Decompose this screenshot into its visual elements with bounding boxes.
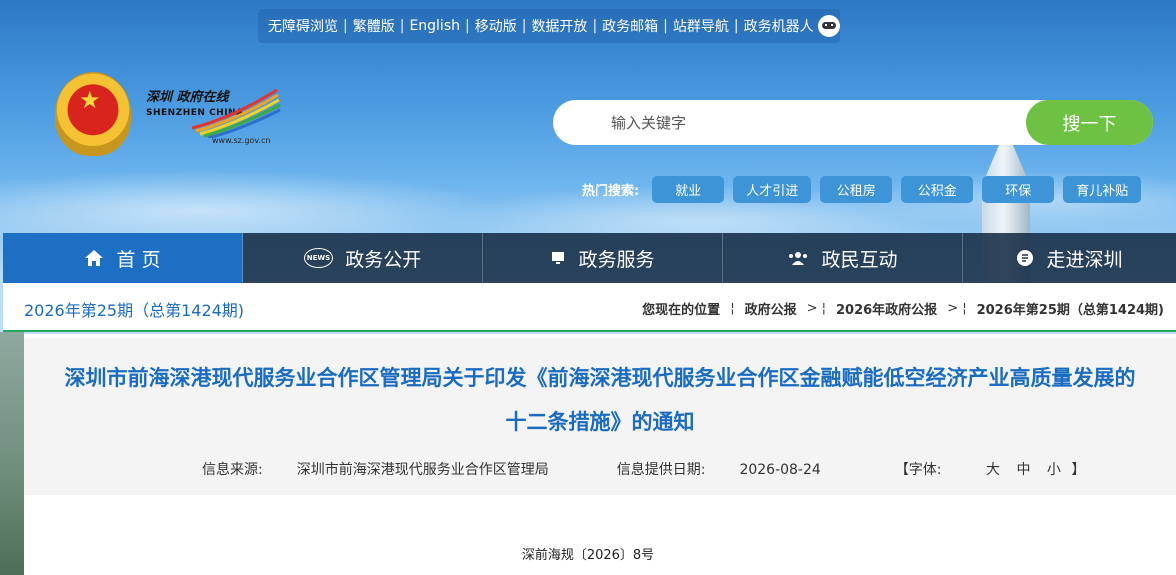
separator: > ¦ [806,301,826,316]
nav-home-label: 首 页 [116,248,161,271]
nav-gov-affairs-label: 政务公开 [345,248,422,271]
separator: ¦ [730,301,735,316]
nav-about-shenzhen-label: 走进深圳 [1046,248,1123,271]
hot-tag-talent[interactable]: 人才引进 [733,176,812,203]
font-small-button[interactable]: 小 [1047,462,1061,478]
hot-tag-public-housing[interactable]: 公租房 [820,176,893,203]
breadcrumb-bar: 2026年第25期（总第1424期) 您现在的位置 ¦ 政府公报 > ¦ 202… [3,283,1176,332]
article-header: 深圳市前海深港现代服务业合作区管理局关于印发《前海深港现代服务业合作区金融赋能低… [24,338,1176,495]
search-box: 搜一下 [553,100,1153,145]
search-input[interactable] [611,111,1011,135]
article-meta: 信息来源: 深圳市前海深港现代服务业合作区管理局 信息提供日期: 2026-08-2… [202,459,1153,479]
people-icon [787,250,809,266]
rainbow-swoosh-icon [191,88,281,138]
nav-interaction[interactable]: 政民互动 [723,233,963,283]
font-size-control: 【字体: 大 中 小 】 [894,462,1086,478]
logo-url: www.sz.gov.cn [212,136,271,145]
breadcrumb: 您现在的位置 ¦ 政府公报 > ¦ 2026年政府公报 > ¦ 2026年第25… [642,299,1164,318]
document-number: 深前海规〔2026〕8号 [521,548,655,563]
breadcrumb-location-label: 您现在的位置 [642,303,721,318]
top-utility-bar: 无障碍浏览 | 繁體版 | English | 移动版 | 数据开放 | 政务邮… [258,9,840,43]
breadcrumb-item-issue[interactable]: 2026年第25期（总第1424期) [977,299,1164,318]
nav-gov-affairs[interactable]: NEWS 政务公开 [243,233,483,283]
shield-icon [1016,249,1034,267]
nav-gov-services[interactable]: 政务服务 [483,233,723,283]
issue-title: 2026年第25期（总第1424期) [24,301,245,320]
robot-icon[interactable] [817,15,840,37]
date-info: 信息提供日期: 2026-08-24 [616,462,821,478]
separator: | [343,18,348,34]
nav-gov-services-label: 政务服务 [578,248,655,271]
gov-mail-link[interactable]: 政务邮箱 [602,16,658,36]
separator: | [733,18,739,34]
hot-search: 热门搜索: 就业 人才引进 公租房 公积金 环保 育儿补贴 [582,176,1150,203]
shenzhen-logo[interactable]: 深圳 政府在线 SHENZHEN CHINA www.sz.gov.cn [142,84,282,152]
open-data-link[interactable]: 数据开放 [531,16,587,36]
search-button[interactable]: 搜一下 [1026,100,1153,145]
national-emblem [55,72,131,156]
breadcrumb-item-gazette[interactable]: 政府公报 [745,299,797,318]
separator: > ¦ [947,301,967,316]
hot-tag-jobs[interactable]: 就业 [652,176,725,203]
nav-interaction-label: 政民互动 [821,248,898,271]
hot-tag-environment[interactable]: 环保 [982,176,1055,203]
breadcrumb-item-year[interactable]: 2026年政府公报 [836,299,937,318]
nav-home[interactable]: 首 页 [3,233,243,283]
hot-tag-housing-fund[interactable]: 公积金 [901,176,974,203]
monitor-icon [550,250,566,266]
gov-robot-link[interactable]: 政务机器人 [744,16,814,36]
article-title-line2: 十二条措施》的通知 [505,410,695,434]
hot-tag-childcare[interactable]: 育儿补贴 [1063,176,1142,203]
hot-search-label: 热门搜索: [582,184,640,199]
main-nav: 首 页 NEWS 政务公开 政务服务 政民互动 走进深圳 [3,233,1176,283]
english-link[interactable]: English [409,18,460,34]
accessibility-link[interactable]: 无障碍浏览 [268,16,338,36]
separator: | [465,18,470,34]
news-icon: NEWS [303,248,334,268]
separator: | [399,18,405,34]
mobile-link[interactable]: 移动版 [475,16,517,36]
traditional-chinese-link[interactable]: 繁體版 [353,16,395,36]
separator: | [663,18,668,34]
font-medium-button[interactable]: 中 [1016,462,1030,478]
article-title: 深圳市前海深港现代服务业合作区管理局关于印发《前海深港现代服务业合作区金融赋能低… [24,356,1176,444]
site-nav-link[interactable]: 站群导航 [673,16,729,36]
background-strip [0,332,24,575]
separator: | [521,18,527,34]
nav-about-shenzhen[interactable]: 走进深圳 [963,233,1176,283]
separator: | [592,18,598,34]
article-title-line1: 深圳市前海深港现代服务业合作区管理局关于印发《前海深港现代服务业合作区金融赋能低… [64,366,1136,390]
source-info: 信息来源: 深圳市前海深港现代服务业合作区管理局 [202,462,549,478]
font-large-button[interactable]: 大 [986,462,1000,478]
home-icon [84,249,104,267]
